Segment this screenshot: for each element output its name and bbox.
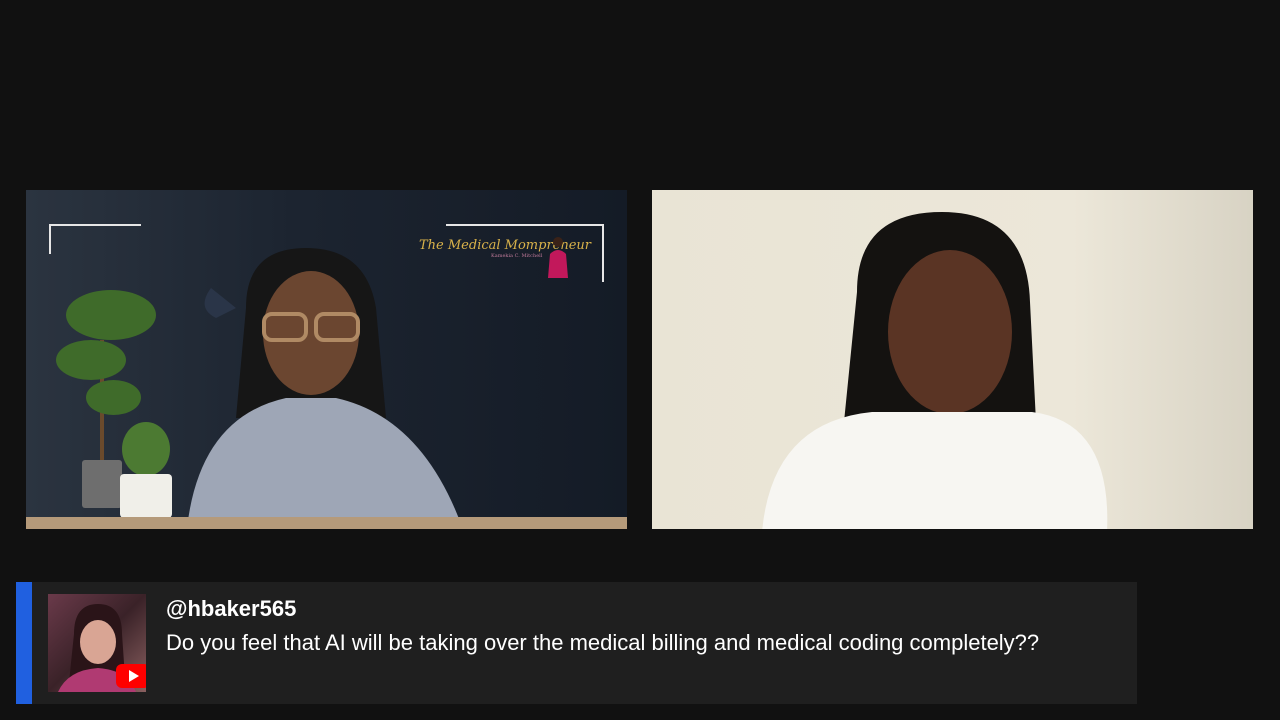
white-pot — [120, 474, 172, 518]
chat-message: Do you feel that AI will be taking over … — [166, 630, 1040, 655]
stream-canvas: The Medical Mompreneur Kamekia C. Mitche… — [0, 0, 1280, 720]
guest-person — [762, 212, 1108, 529]
avatar — [48, 594, 146, 692]
youtube-icon — [116, 664, 146, 688]
brand-logo-subtext: Kamekia C. Mitchell — [491, 253, 543, 259]
brand-figure-icon — [548, 237, 568, 278]
frame-bracket-left — [49, 224, 141, 254]
video-tile-host: The Medical Mompreneur Kamekia C. Mitche… — [26, 190, 627, 529]
plant-leaves — [66, 290, 156, 340]
floor — [26, 517, 627, 529]
plant-leaves — [86, 380, 141, 415]
small-plant-leaves — [122, 422, 170, 476]
plant-leaves — [56, 340, 126, 380]
video-tile-guest — [652, 190, 1253, 529]
host-person — [186, 248, 463, 529]
chat-highlight-card: @hbaker565 Do you feel that AI will be t… — [16, 582, 1137, 704]
plant-pot — [82, 460, 122, 508]
chat-accent-bar — [16, 582, 32, 704]
chat-author: @hbaker565 — [166, 596, 297, 621]
